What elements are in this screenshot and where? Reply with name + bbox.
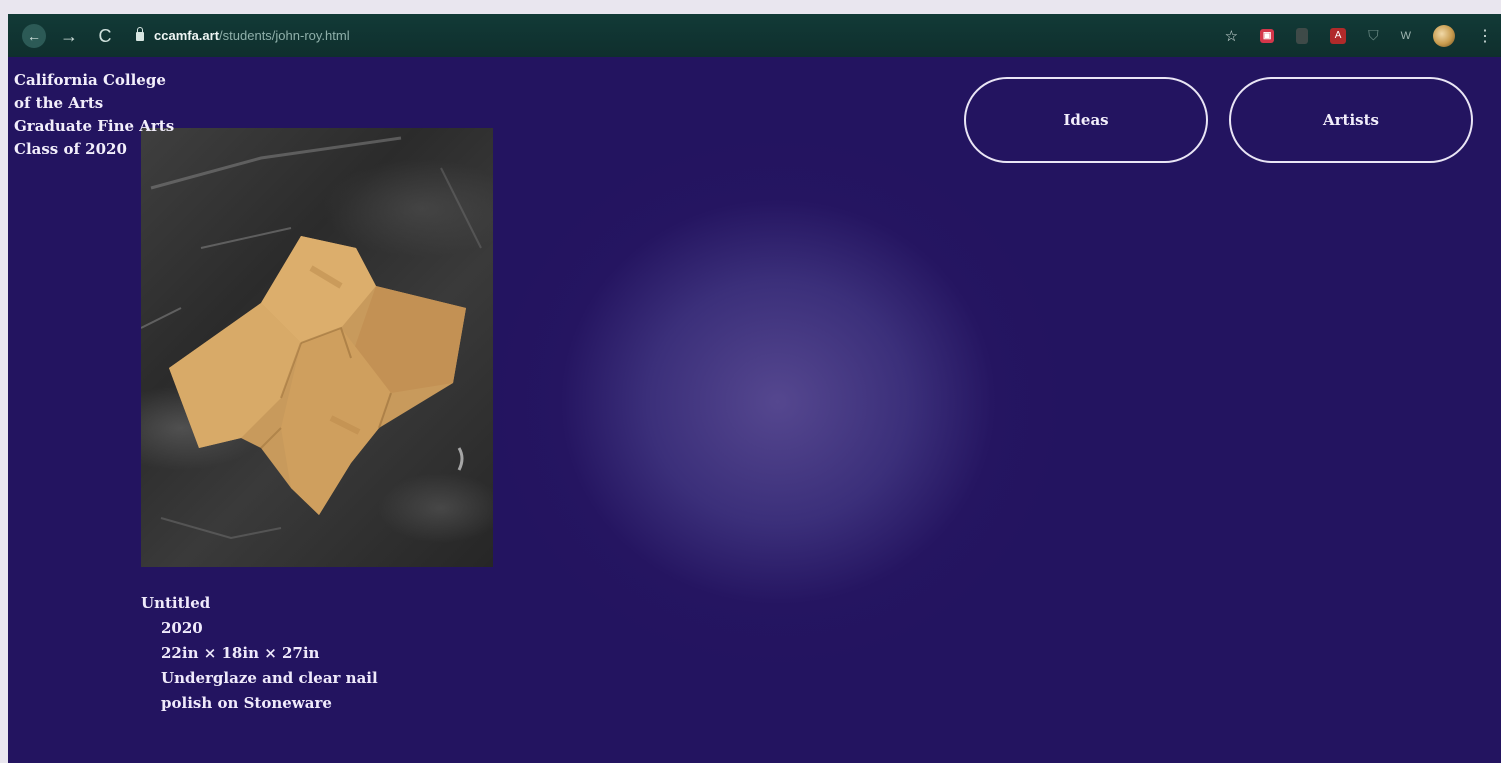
reload-button[interactable]: C: [92, 26, 118, 46]
forward-button[interactable]: →: [56, 26, 82, 46]
artwork-dimensions: 22in × 18in × 27in: [161, 644, 320, 662]
url-path: /students/john-roy.html: [219, 28, 350, 43]
artwork-medium-line1: Underglaze and clear nail: [161, 669, 378, 687]
wm-extension-icon[interactable]: W: [1401, 30, 1411, 42]
reload-icon: C: [98, 25, 112, 46]
back-arrow-icon: ←: [27, 27, 41, 44]
extension-red-icon[interactable]: ▣: [1260, 28, 1275, 43]
profile-avatar-icon[interactable]: [1433, 24, 1455, 47]
ideas-button[interactable]: Ideas: [964, 77, 1208, 163]
url-host: ccamfa.art: [154, 28, 220, 43]
artwork-photo: [141, 136, 482, 540]
site-title-line: Class of 2020: [14, 140, 127, 158]
site-title-line: Graduate Fine Arts: [14, 117, 175, 135]
forward-arrow-icon: →: [60, 25, 78, 46]
site-title-line: of the Arts: [14, 94, 104, 112]
screenshot-frame: ← → C ccamfa.art/students/john-roy.html …: [0, 0, 1501, 763]
artwork-medium-line2: polish on Stoneware: [161, 694, 332, 712]
artists-button[interactable]: Artists: [1229, 77, 1473, 163]
site-title[interactable]: California College of the Arts Graduate …: [14, 69, 174, 161]
menu-icon[interactable]: ⋮: [1477, 26, 1493, 46]
page-viewport: California College of the Arts Graduate …: [8, 57, 1501, 763]
back-button[interactable]: ←: [22, 23, 46, 48]
artwork-year: 2020: [161, 619, 203, 637]
toolbar-actions: ☆ ▣ A ⛉ W ⋮: [1225, 14, 1501, 57]
lock-icon: [136, 27, 144, 41]
address-bar[interactable]: ccamfa.art/students/john-roy.html: [136, 27, 350, 43]
shield-icon[interactable]: ⛉: [1368, 27, 1379, 44]
extension-dark-icon[interactable]: [1296, 27, 1309, 44]
star-icon[interactable]: ☆: [1225, 27, 1238, 45]
artwork-title: Untitled: [141, 594, 211, 612]
artwork-image[interactable]: [141, 128, 493, 567]
artwork-caption: Untitled 2020 22in × 18in × 27in Undergl…: [141, 591, 378, 716]
acrobat-icon[interactable]: A: [1330, 27, 1347, 44]
site-title-line: California College: [14, 71, 166, 89]
browser-toolbar: ← → C ccamfa.art/students/john-roy.html …: [8, 14, 1501, 57]
